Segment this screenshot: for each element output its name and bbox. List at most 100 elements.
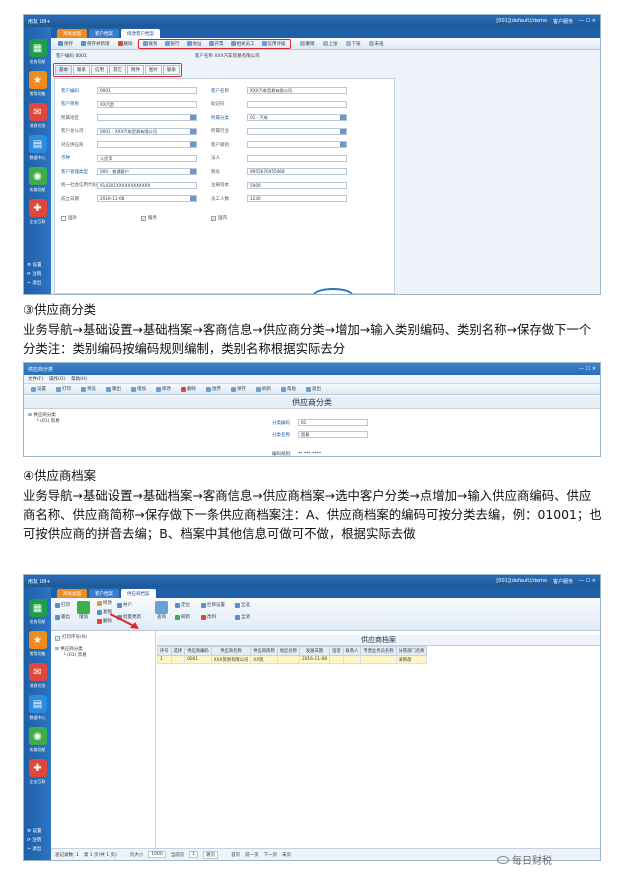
field-input[interactable]: [97, 141, 197, 148]
tab-2[interactable]: 修改客户档案: [121, 29, 160, 38]
toolbar-button-1[interactable]: 保存并新增: [78, 40, 113, 48]
menu-item-1[interactable]: 操作(O): [49, 376, 65, 382]
column-header-8[interactable]: 联系人: [342, 646, 362, 656]
field-input[interactable]: 1230: [247, 195, 347, 202]
toolbar-button-1[interactable]: 打印: [53, 385, 74, 393]
toolbar-button-2[interactable]: 预览: [78, 385, 99, 393]
field-input[interactable]: 5000: [247, 181, 347, 189]
nav-button-3[interactable]: 末张: [366, 40, 387, 48]
toolbar-button-5[interactable]: 修改: [153, 385, 174, 393]
locate-button[interactable]: 定位: [175, 602, 190, 608]
toolbar-button-9[interactable]: 刷新: [253, 385, 274, 393]
nav-button-2[interactable]: 下张: [343, 40, 364, 48]
column-header-9[interactable]: 专营业务员名称: [360, 646, 397, 656]
boxed-button-5[interactable]: 信用评级: [259, 40, 289, 48]
nav-item-0[interactable]: ▦ 业务导航: [24, 599, 51, 625]
field-input[interactable]: [247, 154, 347, 162]
nav-bottom-link-2[interactable]: ⇦ 退出: [27, 279, 41, 288]
field-input[interactable]: 000 - 普通客户: [97, 168, 197, 175]
column-header-0[interactable]: 序号: [157, 646, 172, 656]
field-input[interactable]: 0001: [97, 87, 197, 94]
field-input[interactable]: 01: [298, 419, 368, 426]
page-size-input[interactable]: 1000: [148, 851, 166, 858]
last-page-link[interactable]: 末页: [282, 852, 291, 858]
add-button[interactable]: 增加: [77, 601, 90, 620]
splitter[interactable]: [155, 631, 156, 848]
checkbox-2[interactable]: ✓ 国内: [211, 215, 227, 221]
edit-button[interactable]: 修改: [97, 600, 112, 606]
window-controls[interactable]: — ☐ ✕: [579, 578, 596, 584]
change-column-button[interactable]: 改列: [201, 614, 216, 620]
field-input[interactable]: 0001 - XXX汽车贸易有限公司: [97, 127, 197, 135]
tab-0[interactable]: 简易桌面: [57, 29, 87, 38]
toolbar-button-0[interactable]: 设置: [28, 385, 49, 393]
column-settings-button[interactable]: 栏目设置: [201, 602, 225, 608]
nav-item-3[interactable]: ▤ 数据中心: [24, 695, 51, 721]
menu-item-2[interactable]: 帮助(H): [71, 376, 87, 382]
picker-icon[interactable]: [190, 142, 196, 147]
boxed-button-2[interactable]: 地址: [184, 40, 205, 48]
picker-icon[interactable]: [190, 115, 196, 120]
toolbar-button-8[interactable]: 保存: [228, 385, 249, 393]
toolbar-button-7[interactable]: 放弃: [203, 385, 224, 393]
nav-item-5[interactable]: ✚ 企业互联: [24, 199, 51, 225]
picker-icon[interactable]: [190, 169, 196, 174]
subtab-4[interactable]: 附件: [127, 65, 144, 75]
field-input[interactable]: 914301XXXXXXXXXXXX: [97, 181, 197, 189]
export-button[interactable]: 输出: [55, 614, 70, 620]
nav-item-4[interactable]: ◉ 实施导航: [24, 167, 51, 193]
picker-icon[interactable]: [190, 128, 196, 134]
select-all-button[interactable]: 全选: [235, 602, 250, 608]
deselect-all-button[interactable]: 全消: [235, 614, 250, 620]
subtab-2[interactable]: 信用: [91, 65, 108, 75]
nav-item-1[interactable]: ★ 常用功能: [24, 71, 51, 97]
toolbar-button-10[interactable]: 帮助: [278, 385, 299, 393]
nav-bottom-link-2[interactable]: ⇦ 退出: [27, 845, 41, 854]
nav-button-1[interactable]: 上张: [320, 40, 341, 48]
query-button[interactable]: 查询: [155, 601, 168, 620]
toolbar-button-2[interactable]: 删除: [115, 40, 136, 48]
toolbar-button-3[interactable]: 输出: [103, 385, 124, 393]
nav-bottom-link-1[interactable]: ⟳ 注销: [27, 836, 41, 845]
picker-icon[interactable]: [340, 128, 346, 134]
nav-bottom-link-1[interactable]: ⟳ 注销: [27, 270, 41, 279]
current-page-input[interactable]: 1: [189, 851, 199, 858]
scroll-handle[interactable]: [313, 288, 353, 294]
tree-child[interactable]: └ (01) 贸易: [55, 653, 87, 659]
column-header-4[interactable]: 供应商简称: [250, 646, 278, 656]
toolbar-button-11[interactable]: 退出: [303, 385, 324, 393]
nav-item-3[interactable]: ▤ 数据中心: [24, 135, 51, 161]
nav-button-0[interactable]: 撤销: [297, 40, 318, 48]
tree-child[interactable]: └ (01) 贸易: [28, 419, 60, 425]
picker-icon[interactable]: [190, 196, 196, 201]
field-input[interactable]: XXX汽车贸易有限公司: [247, 87, 347, 94]
column-header-3[interactable]: 供应商名称: [210, 646, 252, 656]
toolbar-button-6[interactable]: 删除: [178, 385, 199, 393]
checkbox-1[interactable]: ✓ 服务: [141, 215, 157, 221]
subtab-3[interactable]: 其它: [109, 65, 126, 75]
subtab-0[interactable]: 基本: [55, 65, 72, 75]
window-controls[interactable]: — ☐ ✕: [579, 366, 596, 372]
first-page-link[interactable]: 首页: [231, 852, 240, 858]
toolbar-button-0[interactable]: 保存: [55, 40, 76, 48]
subtab-1[interactable]: 联系: [73, 65, 90, 75]
boxed-button-1[interactable]: 银行: [162, 40, 183, 48]
merge-button[interactable]: 并户: [117, 602, 132, 608]
nav-item-2[interactable]: ✉ 消息任务: [24, 663, 51, 689]
customer-service-link[interactable]: 客户服务: [553, 18, 573, 25]
field-input[interactable]: 2016-11-08: [97, 195, 197, 202]
column-header-6[interactable]: 发展日期: [298, 646, 330, 656]
column-header-10[interactable]: 分管部门名称: [395, 646, 428, 656]
boxed-button-4[interactable]: 相关员工: [228, 40, 258, 48]
tab-0[interactable]: 简易桌面: [57, 589, 87, 598]
tab-1[interactable]: 客户档案: [89, 589, 119, 598]
field-input[interactable]: XX汽贸: [97, 100, 197, 108]
field-input[interactable]: [247, 100, 347, 108]
nav-item-4[interactable]: ◉ 实施导航: [24, 727, 51, 753]
prev-page-link[interactable]: 前一页: [245, 852, 259, 858]
window-controls[interactable]: — ☐ ✕: [579, 18, 596, 24]
tab-1[interactable]: 客户档案: [89, 29, 119, 38]
column-header-1[interactable]: 选择: [170, 646, 186, 656]
picker-icon[interactable]: [340, 142, 346, 147]
nav-item-2[interactable]: ✉ 消息任务: [24, 103, 51, 129]
